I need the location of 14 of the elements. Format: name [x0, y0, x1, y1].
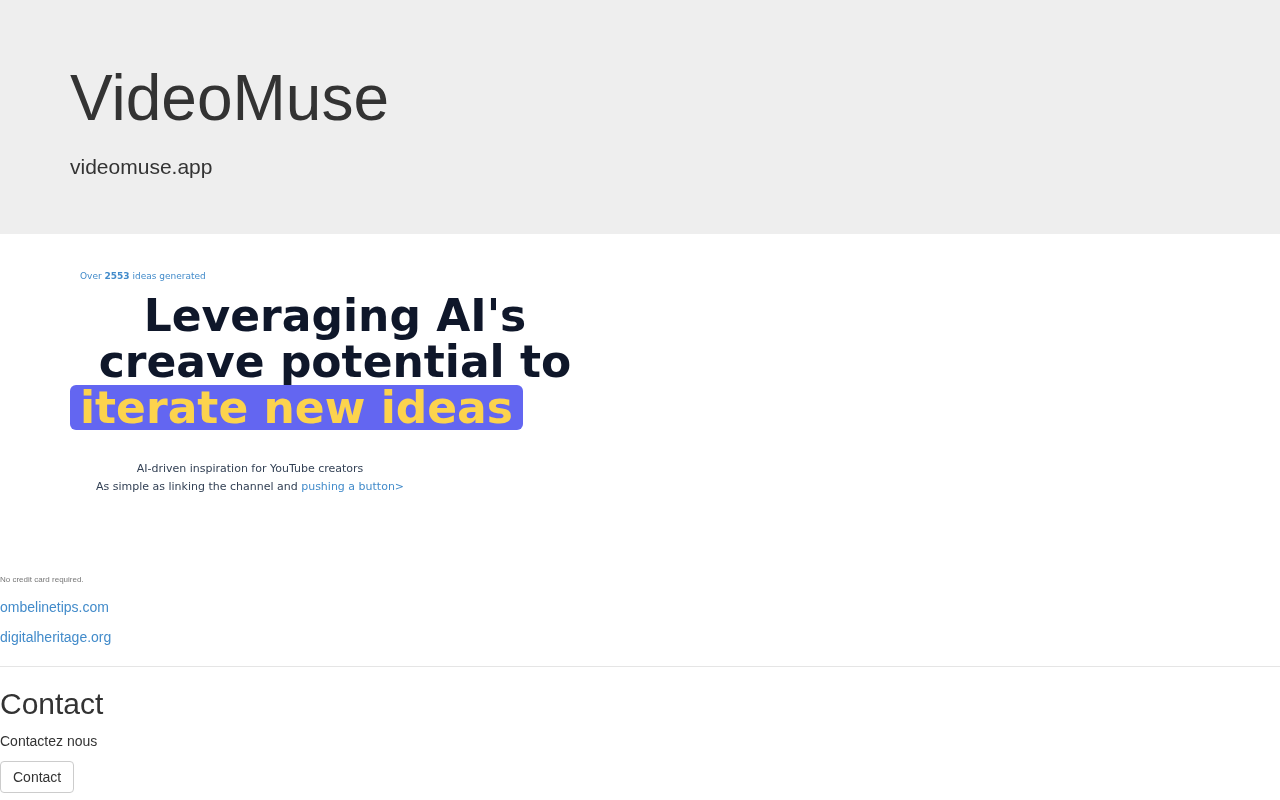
site-title: VideoMuse: [70, 61, 391, 136]
contact-text: Contactez nous: [0, 732, 99, 751]
site-domain: videomuse.app: [70, 154, 214, 180]
site-link[interactable]: digitalheritage.org: [0, 629, 112, 645]
ideas-counter: Over 2553 ideas generated: [79, 270, 207, 282]
subtext: As simple as linking the channel and: [95, 480, 298, 493]
contact-heading: Contact: [0, 686, 105, 722]
tagline: AI-driven inspiration for YouTube creators: [135, 461, 365, 477]
pushing-button-link[interactable]: pushing a button>: [301, 480, 405, 493]
site-link[interactable]: ombelinetips.com: [0, 599, 109, 615]
headline-text: Leveraging AI's: [143, 290, 527, 341]
contact-button[interactable]: Contact: [0, 761, 75, 793]
highlighted-headline-text: iterate new ideas: [70, 385, 523, 430]
no-credit-card-note: No credit card required.: [0, 574, 85, 586]
